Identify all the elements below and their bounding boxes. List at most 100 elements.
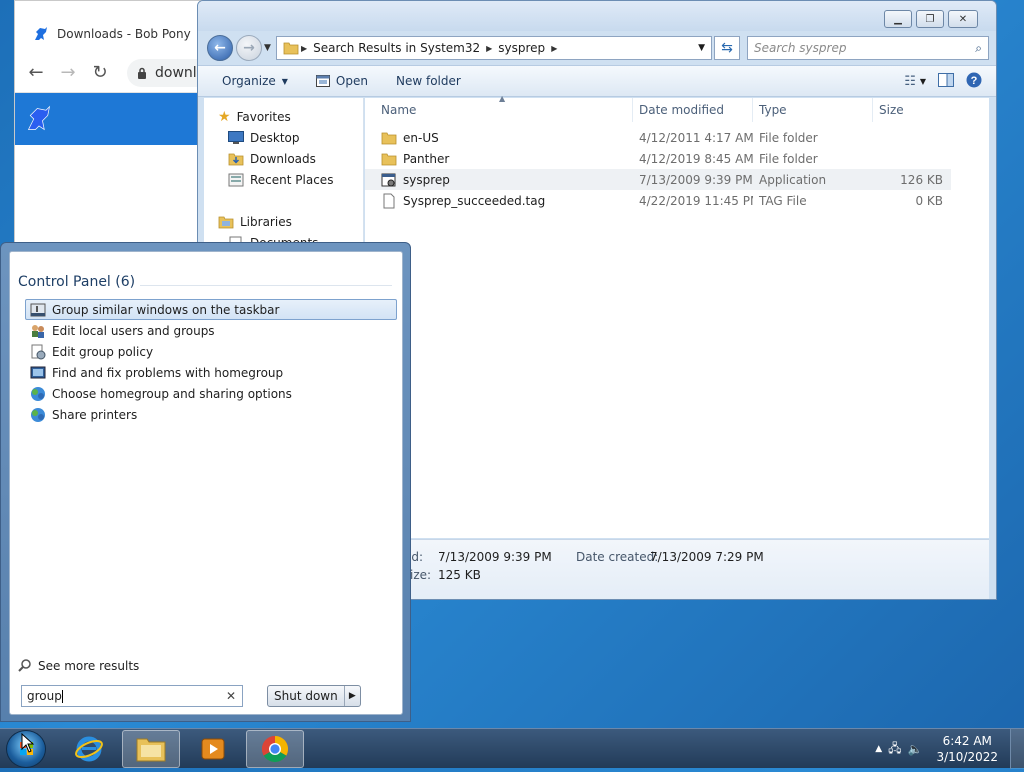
volume-icon[interactable]: 🔈	[908, 742, 923, 756]
start-search-value: group	[27, 689, 62, 703]
result-label: Choose homegroup and sharing options	[52, 386, 292, 401]
result-label: Find and fix problems with homegroup	[52, 365, 284, 380]
chrome-page-banner	[15, 93, 213, 145]
folder-icon	[381, 132, 397, 144]
chevron-right-icon[interactable]: ▶	[484, 44, 494, 53]
users-icon	[32, 324, 44, 338]
breadcrumb-search-results[interactable]: Search Results in System32	[309, 41, 484, 55]
chevron-right-icon[interactable]: ▶	[549, 44, 559, 53]
result-label: Share printers	[52, 407, 138, 422]
nav-libraries[interactable]: Libraries	[204, 211, 363, 232]
search-box[interactable]: Search sysprep ⌕	[747, 36, 989, 60]
explorer-titlebar[interactable]: ▁ ❐ ✕	[198, 1, 996, 31]
chevron-right-icon[interactable]: ▶	[299, 44, 309, 53]
new-folder-button[interactable]: New folder	[386, 71, 471, 91]
start-search-input[interactable]: group ✕	[21, 685, 243, 707]
taskbar-media-player-button[interactable]	[184, 730, 242, 768]
nav-recent-places-label: Recent Places	[250, 172, 334, 187]
preview-pane-button[interactable]	[938, 72, 954, 90]
column-header-type[interactable]: Type	[753, 98, 873, 122]
results-group-title: Control Panel (6)	[18, 274, 136, 290]
taskbar-ie-button[interactable]	[60, 730, 118, 768]
chevron-down-icon: ▼	[919, 76, 926, 86]
svg-text:?: ?	[971, 75, 978, 87]
organize-button[interactable]: Organize ▼	[212, 71, 298, 91]
troubleshoot-icon	[30, 366, 46, 378]
view-options-button[interactable]: ☷ ▼	[904, 74, 926, 89]
command-bar: Organize ▼ Open New folder ☷ ▼ ?	[198, 65, 996, 97]
details-size-value: 125 KB	[438, 568, 481, 582]
file-icon	[383, 193, 395, 208]
result-edit-group-policy[interactable]: Edit group policy	[25, 341, 397, 362]
taskbar-explorer-button[interactable]	[122, 730, 180, 768]
desktop-icon	[228, 130, 244, 144]
nav-downloads[interactable]: Downloads	[204, 148, 363, 169]
open-button[interactable]: Open	[306, 71, 378, 91]
internet-explorer-icon	[75, 736, 103, 762]
result-share-printers[interactable]: Share printers	[25, 404, 397, 425]
result-edit-local-users[interactable]: Edit local users and groups	[25, 320, 397, 341]
taskbar-chrome-button[interactable]	[246, 730, 304, 768]
back-button[interactable]: ←	[207, 35, 233, 61]
results-group-header[interactable]: Control Panel (6)	[18, 274, 135, 290]
system-tray: ▲ 🖧 🔈 6:42 AM 3/10/2022	[875, 729, 1024, 769]
help-button[interactable]: ?	[966, 72, 982, 91]
refresh-button[interactable]: ⇆	[714, 36, 740, 60]
network-icon[interactable]: 🖧	[888, 739, 901, 760]
column-header-size[interactable]: Size	[873, 98, 949, 122]
chevron-down-icon: ▼	[281, 76, 288, 86]
clock[interactable]: 6:42 AM 3/10/2022	[936, 733, 998, 765]
file-row[interactable]: en-US 4/12/2011 4:17 AM File folder	[365, 127, 989, 148]
help-icon: ?	[966, 72, 982, 87]
see-more-results-link[interactable]: See more results	[18, 659, 139, 673]
file-row[interactable]: Panther 4/12/2019 8:45 AM File folder	[365, 148, 989, 169]
clear-search-icon[interactable]: ✕	[226, 689, 236, 703]
show-desktop-button[interactable]	[1010, 729, 1024, 769]
shutdown-button[interactable]: Shut down ▶	[267, 685, 361, 707]
show-hidden-icons-icon[interactable]: ▲	[875, 744, 882, 754]
result-fix-homegroup[interactable]: Find and fix problems with homegroup	[25, 362, 397, 383]
result-group-similar-windows[interactable]: Group similar windows on the taskbar	[25, 299, 397, 320]
minimize-icon: ▁	[894, 13, 902, 25]
folder-icon	[283, 42, 299, 55]
address-bar[interactable]: ▶ Search Results in System32 ▶ sysprep ▶…	[276, 36, 712, 60]
forward-button[interactable]: →	[236, 35, 262, 61]
file-row[interactable]: Sysprep_succeeded.tag 4/22/2019 11:45 PM…	[365, 190, 989, 211]
column-header-date[interactable]: Date modified	[633, 98, 753, 122]
address-dropdown-icon[interactable]: ▼	[692, 43, 711, 53]
nav-favorites[interactable]: ★ Favorites	[204, 106, 363, 127]
result-label: Edit group policy	[52, 344, 154, 359]
maximize-button[interactable]: ❐	[916, 10, 944, 28]
chrome-tab[interactable]: Downloads - Bob Pony	[23, 15, 213, 53]
nav-libraries-label: Libraries	[240, 214, 292, 229]
chrome-tab-title: Downloads - Bob Pony	[57, 27, 191, 41]
nav-recent-places[interactable]: Recent Places	[204, 169, 363, 190]
file-size: 0 KB	[915, 193, 943, 208]
star-icon: ★	[218, 108, 231, 125]
see-more-results-label: See more results	[38, 659, 140, 673]
column-header-date-label: Date modified	[639, 103, 725, 117]
chrome-back-button[interactable]: ←	[27, 63, 45, 82]
downloads-folder-icon	[228, 153, 244, 165]
file-date: 4/12/2019 8:45 AM	[639, 151, 753, 166]
minimize-button[interactable]: ▁	[884, 10, 912, 28]
details-size-label: ize:	[410, 568, 432, 582]
chrome-forward-button[interactable]: →	[59, 63, 77, 82]
chrome-reload-button[interactable]: ↻	[91, 63, 109, 82]
nav-desktop[interactable]: Desktop	[204, 127, 363, 148]
homegroup-icon	[31, 386, 45, 401]
file-date: 7/13/2009 9:39 PM	[639, 172, 753, 187]
lock-icon	[138, 67, 146, 79]
details-modified-value: 7/13/2009 9:39 PM	[438, 550, 552, 564]
recent-pages-dropdown[interactable]: ▼	[264, 43, 271, 53]
bob-pony-logo-icon	[27, 105, 51, 131]
start-menu: Control Panel (6) Group similar windows …	[0, 242, 411, 722]
shutdown-options-arrow-icon[interactable]: ▶	[345, 691, 360, 701]
result-label: Edit local users and groups	[52, 323, 215, 338]
file-row-selected[interactable]: sysprep 7/13/2009 9:39 PM Application 12…	[365, 169, 951, 190]
close-button[interactable]: ✕	[948, 10, 978, 28]
result-homegroup-sharing[interactable]: Choose homegroup and sharing options	[25, 383, 397, 404]
result-label: Group similar windows on the taskbar	[52, 302, 280, 317]
column-header-name-label: Name	[381, 103, 417, 117]
breadcrumb-sysprep[interactable]: sysprep	[494, 41, 549, 55]
